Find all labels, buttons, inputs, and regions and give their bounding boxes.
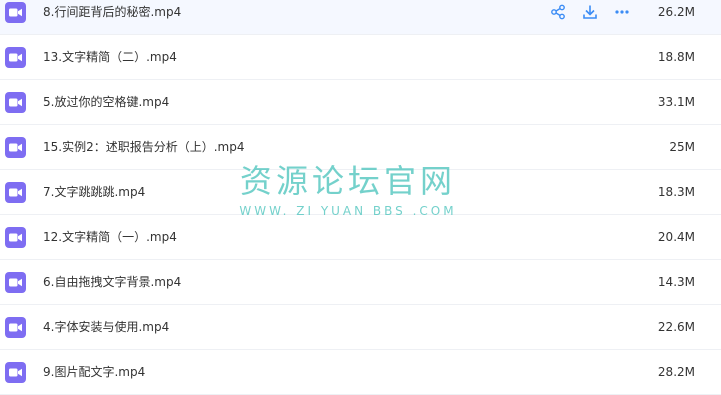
file-name[interactable]: 13.文字精简（二）.mp4 — [43, 48, 177, 66]
file-row[interactable]: 13.文字精简（二）.mp4 18.8M — [0, 35, 721, 80]
file-size: 18.3M — [657, 185, 695, 199]
file-size: 33.1M — [657, 95, 695, 109]
file-name[interactable]: 12.文字精简（一）.mp4 — [43, 228, 177, 246]
video-file-icon — [5, 47, 26, 68]
video-file-icon — [5, 362, 26, 383]
file-name[interactable]: 6.自由拖拽文字背景.mp4 — [43, 273, 181, 291]
file-row[interactable]: 9.图片配文字.mp4 28.2M — [0, 350, 721, 395]
video-file-icon — [5, 137, 26, 158]
file-size: 25M — [669, 140, 695, 154]
file-row[interactable]: 6.自由拖拽文字背景.mp4 14.3M — [0, 260, 721, 305]
file-name[interactable]: 8.行间距背后的秘密.mp4 — [43, 3, 181, 21]
video-file-icon — [5, 2, 26, 23]
file-size: 14.3M — [657, 275, 695, 289]
file-name[interactable]: 5.放过你的空格键.mp4 — [43, 93, 169, 111]
file-size: 18.8M — [657, 50, 695, 64]
file-name[interactable]: 9.图片配文字.mp4 — [43, 363, 145, 381]
share-icon[interactable] — [549, 3, 567, 21]
video-file-icon — [5, 182, 26, 203]
download-icon[interactable] — [581, 3, 599, 21]
file-row[interactable]: 8.行间距背后的秘密.mp4 26.2M — [0, 0, 721, 35]
file-row[interactable]: 5.放过你的空格键.mp4 33.1M — [0, 80, 721, 125]
file-name[interactable]: 4.字体安装与使用.mp4 — [43, 318, 169, 336]
file-list: 8.行间距背后的秘密.mp4 26.2M 13.文字精简（二）.mp4 18.8… — [0, 0, 721, 395]
file-row[interactable]: 7.文字跳跳跳.mp4 18.3M — [0, 170, 721, 215]
video-file-icon — [5, 272, 26, 293]
file-row[interactable]: 4.字体安装与使用.mp4 22.6M — [0, 305, 721, 350]
video-file-icon — [5, 92, 26, 113]
file-size: 28.2M — [657, 365, 695, 379]
row-actions — [549, 3, 631, 21]
file-row[interactable]: 15.实例2：述职报告分析（上）.mp4 25M — [0, 125, 721, 170]
file-size: 26.2M — [657, 5, 695, 19]
file-row[interactable]: 12.文字精简（一）.mp4 20.4M — [0, 215, 721, 260]
file-size: 20.4M — [657, 230, 695, 244]
video-file-icon — [5, 317, 26, 338]
more-icon[interactable] — [613, 3, 631, 21]
file-size: 22.6M — [657, 320, 695, 334]
file-name[interactable]: 15.实例2：述职报告分析（上）.mp4 — [43, 138, 244, 156]
file-name[interactable]: 7.文字跳跳跳.mp4 — [43, 183, 145, 201]
video-file-icon — [5, 227, 26, 248]
